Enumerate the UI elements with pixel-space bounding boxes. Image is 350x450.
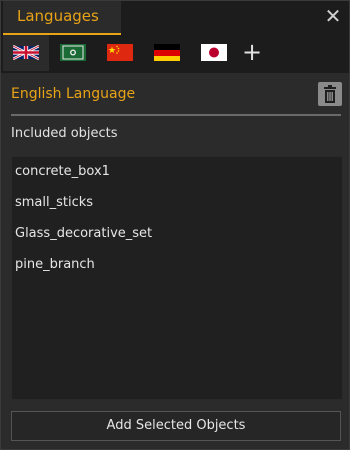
tab-arabic[interactable]: [50, 35, 96, 71]
tab-chinese[interactable]: [97, 35, 143, 71]
included-objects-label: Included objects: [11, 126, 118, 141]
tab-japanese[interactable]: [191, 35, 237, 71]
language-title: English Language: [11, 86, 136, 102]
close-icon[interactable]: ✕: [323, 5, 343, 27]
language-tabs: +: [1, 35, 349, 73]
add-language-button[interactable]: +: [237, 35, 267, 71]
window-title: Languages: [17, 7, 99, 25]
languages-panel: Languages ✕ + English Language Included …: [0, 0, 350, 450]
china-flag-icon: [107, 44, 133, 61]
arabic-flag-icon: [60, 44, 86, 61]
separator: [11, 114, 341, 116]
tab-german[interactable]: [144, 35, 190, 71]
title-tab[interactable]: Languages: [3, 1, 121, 35]
title-bar: Languages ✕: [1, 1, 349, 35]
uk-flag-icon: [13, 44, 39, 61]
list-item[interactable]: Glass_decorative_set: [15, 224, 152, 244]
list-item[interactable]: small_sticks: [15, 193, 93, 213]
tab-english[interactable]: [3, 35, 49, 71]
objects-list[interactable]: concrete_box1 small_sticks Glass_decorat…: [11, 156, 343, 400]
trash-icon[interactable]: [318, 82, 342, 106]
list-item[interactable]: concrete_box1: [15, 162, 110, 182]
japan-flag-icon: [201, 44, 227, 61]
list-item[interactable]: pine_branch: [15, 255, 95, 275]
add-selected-objects-button[interactable]: Add Selected Objects: [11, 411, 341, 441]
germany-flag-icon: [154, 44, 180, 61]
